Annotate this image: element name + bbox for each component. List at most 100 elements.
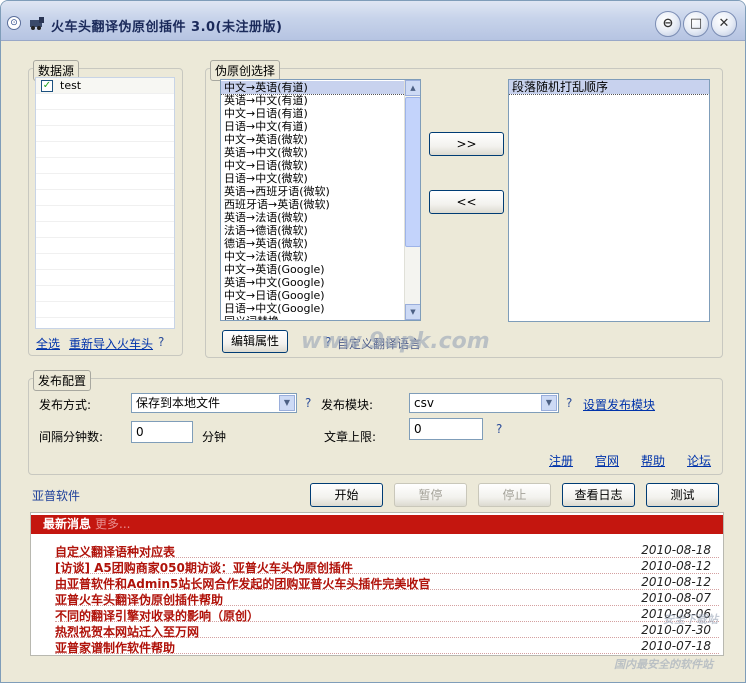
start-button[interactable]: 开始 — [310, 483, 383, 507]
pseudo-original-legend: 伪原创选择 — [210, 60, 281, 81]
translation-option[interactable]: 中文→英语(微软) — [221, 133, 405, 146]
pause-button[interactable]: 暂停 — [394, 483, 467, 507]
select-all-link[interactable]: 全选 — [36, 335, 60, 352]
news-item[interactable]: 自定义翻译语种对应表 2010-08-18 — [55, 542, 719, 559]
list-item — [36, 286, 174, 302]
register-link[interactable]: 注册 — [549, 452, 573, 469]
stop-button[interactable]: 停止 — [478, 483, 551, 507]
title-bar[interactable]: ⊙ 火车头翻译伪原创插件 3.0(未注册版) ⊖ □ ✕ — [1, 1, 745, 41]
list-item — [36, 206, 174, 222]
minimize-button[interactable]: ⊖ — [655, 11, 681, 37]
translation-option[interactable]: 日语→中文(微软) — [221, 172, 405, 185]
window-title: 火车头翻译伪原创插件 3.0(未注册版) — [51, 20, 283, 35]
maximize-button[interactable]: □ — [683, 11, 709, 37]
translation-option[interactable]: 中文→日语(有道) — [221, 107, 405, 120]
chevron-down-icon[interactable]: ▼ — [541, 395, 557, 411]
system-menu-icon[interactable]: ⊙ — [7, 16, 21, 30]
interval-unit: 分钟 — [202, 430, 227, 444]
watermark-corner-bottom: 国内最安全的软件站 — [614, 658, 713, 671]
publish-module-help-icon[interactable]: ? — [566, 396, 572, 410]
chevron-down-icon[interactable]: ▼ — [279, 395, 295, 411]
article-limit-value: 0 — [414, 422, 422, 436]
translation-option[interactable]: 英语→中文(微软) — [221, 146, 405, 159]
list-item — [36, 222, 174, 238]
list-item — [36, 270, 174, 286]
publish-method-label: 发布方式: — [39, 398, 92, 412]
article-limit-input[interactable]: 0 — [409, 418, 483, 440]
scroll-down-button[interactable]: ▼ — [405, 304, 420, 320]
article-limit-help-icon[interactable]: ? — [496, 422, 502, 436]
translation-option[interactable]: 中文→英语(Google) — [221, 263, 405, 276]
selected-options-list[interactable]: 段落随机打乱顺序 — [508, 79, 710, 322]
set-publish-module-link[interactable]: 设置发布模块 — [583, 396, 655, 413]
news-date: 2010-07-18 — [641, 639, 711, 653]
edit-properties-button[interactable]: 编辑属性 — [222, 330, 288, 353]
publish-module-value: csv — [414, 396, 434, 410]
translation-option[interactable]: 德语→英语(微软) — [221, 237, 405, 250]
train-app-icon — [29, 15, 47, 31]
news-item[interactable]: 亚普家谱制作软件帮助 2010-07-18 — [55, 638, 719, 655]
help-link[interactable]: 帮助 — [641, 452, 665, 469]
news-date: 2010-08-18 — [641, 543, 711, 557]
scroll-thumb[interactable] — [405, 97, 420, 247]
interval-input[interactable]: 0 — [131, 421, 193, 443]
translation-option[interactable]: 中文→日语(Google) — [221, 289, 405, 302]
forum-link[interactable]: 论坛 — [687, 452, 711, 469]
news-item[interactable]: 热烈祝贺本网站迁入至万网 2010-07-30 — [55, 622, 719, 639]
publish-module-select[interactable]: csv ▼ — [409, 393, 559, 413]
list-item — [36, 254, 174, 270]
interval-label: 间隔分钟数: — [39, 430, 104, 444]
news-item[interactable]: 不同的翻译引擎对收录的影响（原创） 2010-08-06 — [55, 606, 719, 623]
datasource-item[interactable]: ✓ test — [36, 78, 174, 94]
news-more-link[interactable]: 更多... — [95, 517, 130, 531]
news-panel: 最新消息 更多... 自定义翻译语种对应表 2010-08-18 [访谈] A5团购商… — [30, 512, 724, 656]
news-header: 最新消息 更多... — [31, 515, 723, 534]
publish-method-select[interactable]: 保存到本地文件 ▼ — [131, 393, 297, 413]
view-log-button[interactable]: 查看日志 — [562, 483, 635, 507]
watermark-corner-top: 安全下载站 — [663, 613, 718, 626]
translation-option[interactable]: 法语→德语(微软) — [221, 224, 405, 237]
publish-config-legend: 发布配置 — [33, 370, 92, 391]
translation-option[interactable]: 英语→中文(Google) — [221, 276, 405, 289]
publish-module-label: 发布模块: — [321, 398, 374, 412]
official-site-link[interactable]: 官网 — [595, 452, 619, 469]
publish-method-help-icon[interactable]: ? — [305, 396, 311, 410]
watermark-text: www.9upk.com — [301, 329, 490, 354]
news-title[interactable]: 亚普家谱制作软件帮助 — [55, 639, 175, 655]
news-item[interactable]: 由亚普软件和Admin5站长网合作发起的团购亚普火车头插件完美收官 2010-08… — [55, 574, 719, 591]
list-item — [36, 94, 174, 110]
interval-value: 0 — [136, 425, 144, 439]
translation-option[interactable]: 英语→中文(有道) — [221, 94, 405, 107]
news-item[interactable]: [访谈] A5团购商家050期访谈：亚普火车头伪原创插件 2010-08-12 — [55, 558, 719, 575]
reimport-link[interactable]: 重新导入火车头 — [69, 335, 153, 352]
test-button[interactable]: 测试 — [646, 483, 719, 507]
brand-label: 亚普软件 — [32, 489, 81, 503]
translation-option[interactable]: 中文→法语(微软) — [221, 250, 405, 263]
options-scrollbar[interactable]: ▲ ▼ — [404, 80, 420, 320]
translation-option[interactable]: 日语→中文(Google) — [221, 302, 405, 315]
translation-option[interactable]: 英语→西班牙语(微软) — [221, 185, 405, 198]
list-item — [36, 302, 174, 318]
scroll-up-button[interactable]: ▲ — [405, 80, 420, 96]
close-button[interactable]: ✕ — [711, 11, 737, 37]
news-date: 2010-08-12 — [641, 575, 711, 589]
add-option-button[interactable]: >> — [429, 132, 504, 156]
translation-option[interactable]: 英语→法语(微软) — [221, 211, 405, 224]
news-item[interactable]: 亚普火车头翻译伪原创插件帮助 2010-08-07 — [55, 590, 719, 607]
translation-option[interactable]: 中文→日语(微软) — [221, 159, 405, 172]
datasource-help-icon[interactable]: ? — [158, 335, 164, 349]
translation-option[interactable]: 日语→中文(有道) — [221, 120, 405, 133]
translation-option[interactable]: 西班牙语→英语(微软) — [221, 198, 405, 211]
list-item — [36, 142, 174, 158]
translation-option[interactable]: 同义词替换 — [221, 315, 405, 320]
remove-option-button[interactable]: << — [429, 190, 504, 214]
selected-option[interactable]: 段落随机打乱顺序 — [509, 80, 709, 95]
datasource-checkbox[interactable]: ✓ — [41, 80, 53, 92]
translation-options-list[interactable]: 中文→英语(有道) 英语→中文(有道) 中文→日语(有道) 日语→中文(有道) 中文→英… — [220, 79, 421, 321]
list-item — [36, 190, 174, 206]
publish-method-value: 保存到本地文件 — [136, 396, 221, 410]
article-limit-label: 文章上限: — [324, 430, 377, 444]
datasource-list[interactable]: ✓ test — [35, 77, 175, 329]
news-header-title: 最新消息 — [43, 517, 92, 531]
translation-option[interactable]: 中文→英语(有道) — [221, 81, 405, 95]
